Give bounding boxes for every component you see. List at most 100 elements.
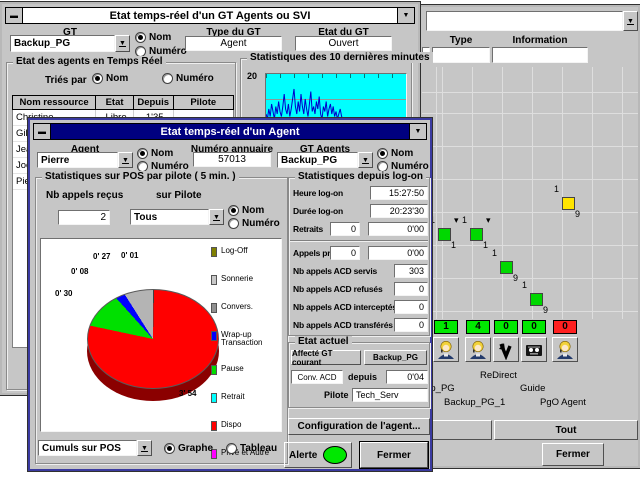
agent-radio-nom[interactable]: Nom [137,148,173,159]
minimize-icon[interactable]: ▼ [397,8,414,23]
agent-combobox-value[interactable]: Pierre [37,152,118,168]
nb-appels-recus-value: 2 [58,210,110,225]
fermer-button-agent[interactable]: Fermer [360,442,428,468]
radio-icon[interactable] [377,148,388,159]
legend-label: Convers. [221,303,253,311]
radio-icon[interactable] [92,73,103,84]
duree-logon-label: Durée log-on [293,206,343,216]
radio-label: Nom [391,148,413,159]
table-column-header[interactable]: Depuis [134,96,174,109]
sur-pilote-value[interactable]: Tous [130,209,209,225]
gt-radio-nom[interactable]: Nom [135,32,171,43]
radio-tableau[interactable]: Tableau [226,443,277,454]
radio-icon[interactable] [228,218,239,229]
depuis-label: depuis [348,372,377,382]
heure-logon-value: 15:27:50 [370,186,428,200]
system-menu-icon[interactable]: ▬ [34,124,51,139]
combo-arrow-icon[interactable]: ▼ [118,152,133,168]
gt-agents-combobox-value[interactable]: Backup_PG [277,152,358,168]
legend-swatch-icon [211,365,217,375]
acd-refuses-value: 0 [394,282,428,296]
legend-swatch-icon [211,331,217,341]
cumuls-combobox[interactable]: Cumuls sur POS ▼ [38,440,152,456]
etat-actuel-title: Etat actuel [295,336,352,347]
pilote-value: Tech_Serv [352,388,428,402]
combo-arrow-icon[interactable]: ▼ [209,209,224,225]
gt-agents-radio-nom[interactable]: Nom [377,148,413,159]
appels-prives-value: 0'00 [368,246,428,260]
radio-icon[interactable] [162,73,173,84]
radio-icon[interactable] [228,205,239,216]
legend-label: Pause [221,365,244,373]
pilot-label: Guide [520,383,545,394]
legend-item: Convers. [211,303,281,313]
legend-item: Log-Off [211,247,281,257]
radio-label: Numéro [242,218,280,229]
divider [290,240,428,242]
legend-item: Retrait [211,393,281,403]
legend-label: Wrap-up Transaction [221,331,281,347]
alerte-label: Alerte [289,450,317,461]
alerte-indicator-icon [323,446,347,464]
combo-arrow-icon[interactable]: ▼ [137,440,152,456]
fermer-button-background[interactable]: Fermer [542,443,604,466]
y-axis-max-label: 20 [247,71,257,81]
sur-pilote-label: sur Pilote [156,190,202,201]
agent-window-titlebar[interactable]: ▬ Etat temps-réel d'un Agent ▼ [33,123,427,140]
duree-logon-value: 20:23'30 [370,204,428,218]
affecte-gt-button[interactable]: Affecté GT courant [291,350,361,365]
combo-arrow-icon[interactable]: ▼ [115,35,130,52]
type-du-gt-value: Agent [185,36,282,51]
tries-radio-numero[interactable]: Numéro [162,73,214,84]
gt-agents-combobox[interactable]: Backup_PG ▼ [277,152,373,168]
numero-annuaire-value: 57013 [193,152,271,167]
pilote-radio-numero[interactable]: Numéro [228,218,280,229]
legend-label: Sonnerie [221,275,253,283]
legend-swatch-icon [211,393,217,403]
configuration-agent-button[interactable]: Configuration de l'agent... [288,418,430,435]
etat-du-gt-value: Ouvert [295,36,392,51]
radio-label: Nom [149,32,171,43]
combo-arrow-icon[interactable]: ▼ [358,152,373,168]
table-column-header[interactable]: Nom ressource [13,96,96,109]
stats-logon-title: Statistiques depuis log-on [295,171,426,182]
radio-label: Nom [151,148,173,159]
radio-icon[interactable] [135,32,146,43]
legend-item: Dispo [211,421,281,431]
radio-label: Nom [242,205,264,216]
pilot-label: ReDirect [480,370,517,381]
system-menu-icon[interactable]: ▬ [6,8,23,23]
gt-courant-button[interactable]: Backup_PG [364,350,427,365]
sur-pilote-combobox[interactable]: Tous ▼ [130,209,224,225]
radio-graphe[interactable]: Graphe [164,443,213,454]
gt-window-titlebar[interactable]: ▬ Etat temps-réel d'un GT Agents ou SVI … [5,7,415,24]
heure-logon-label: Heure log-on [293,188,343,198]
legend-item: Wrap-up Transaction [211,331,281,347]
acd-servis-label: Nb appels ACD servis [293,266,377,276]
cumuls-value[interactable]: Cumuls sur POS [38,440,137,456]
pie-time-label: 0' 30 [55,289,72,298]
pie-chart [87,289,219,389]
gt-combobox[interactable]: Backup_PG ▼ [10,35,130,52]
legend-label: Dispo [221,421,241,429]
pilot-labels: ReDirectBackup_PGGuideBackup_PG_1PgO Age… [420,7,638,466]
gt-combobox-value[interactable]: Backup_PG [10,35,115,52]
radio-icon[interactable] [164,443,175,454]
agent-combobox[interactable]: Pierre ▼ [37,152,133,168]
pie-time-label: 3' 54 [179,389,196,398]
window-supervision-background: ▼ Type Information 1911▾11▾1919 14000 Re… [418,5,640,468]
tab-tout[interactable]: Tout [494,420,638,440]
table-column-header[interactable]: Pilote [174,96,233,109]
legend-swatch-icon [211,303,217,313]
radio-icon[interactable] [226,443,237,454]
radio-icon[interactable] [137,148,148,159]
pilote-radio-nom[interactable]: Nom [228,205,264,216]
pie-time-label: 0' 01 [121,251,138,260]
acd-interceptes-label: Nb appels ACD interceptés [293,302,397,312]
pie-legend: Log-Off Sonnerie Convers. Wrap-up Transacti… [211,247,281,459]
acd-servis-value: 303 [394,264,428,278]
tab-spacer [422,420,492,440]
minimize-icon[interactable]: ▼ [409,124,426,139]
tries-radio-nom[interactable]: Nom [92,73,128,84]
table-column-header[interactable]: Etat [96,96,134,109]
